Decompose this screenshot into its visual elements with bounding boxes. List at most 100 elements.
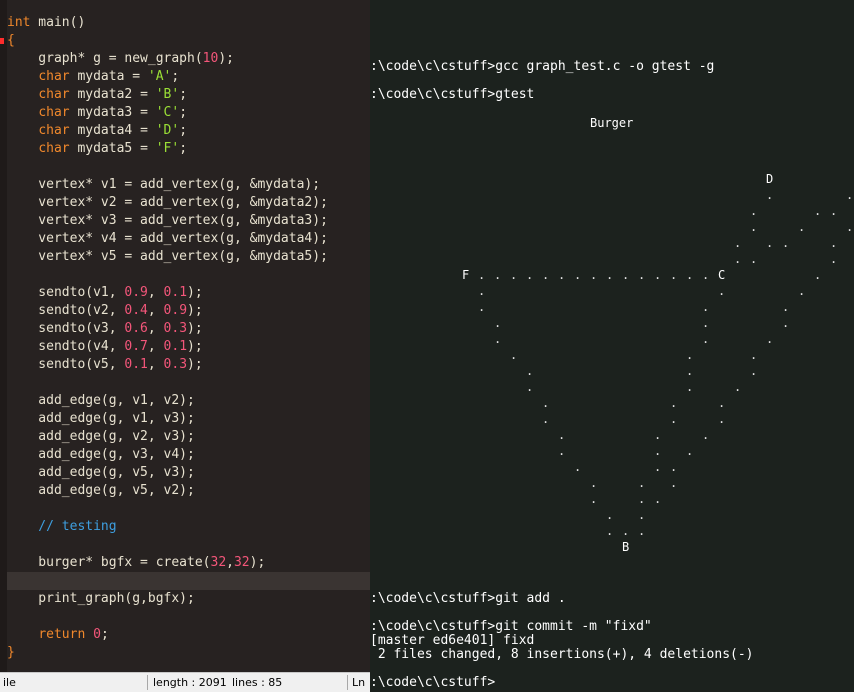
code-line: print_graph(g,bgfx); bbox=[7, 590, 195, 608]
code-token: ); bbox=[187, 339, 203, 354]
code-line: char mydata3 = 'C'; bbox=[7, 104, 187, 122]
graph-title: Burger bbox=[590, 116, 634, 130]
fold-marker[interactable] bbox=[0, 38, 4, 44]
code-token: vertex* v3 = add_vertex(g, &mydata3); bbox=[7, 213, 328, 228]
graph-vertex-label: C bbox=[718, 268, 726, 282]
code-line: { bbox=[7, 32, 15, 50]
code-token: sendto(v2, bbox=[7, 303, 125, 318]
code-token: mydata2 = bbox=[69, 87, 156, 102]
graph-edge-dot: . bbox=[638, 492, 646, 506]
code-token: return bbox=[38, 627, 86, 642]
code-token: add_edge(g, v3, v4); bbox=[7, 447, 195, 462]
code-token: char bbox=[38, 69, 70, 84]
graph-edge-dot: . bbox=[526, 268, 534, 282]
graph-edge-dot: . bbox=[622, 524, 630, 538]
terminal-window[interactable]: :\code\c\cstuff>gcc graph_test.c -o gtes… bbox=[370, 0, 854, 692]
status-cursor-position: Ln bbox=[352, 676, 366, 689]
graph-edge-dot: . bbox=[510, 348, 518, 362]
code-token: ; bbox=[179, 123, 188, 138]
graph-edge-dot: . bbox=[830, 252, 838, 266]
code-token: vertex* v5 = add_vertex(g, &mydata5); bbox=[7, 249, 328, 264]
code-token: , bbox=[147, 285, 164, 300]
code-token: 'B' bbox=[155, 87, 180, 102]
graph-edge-dot: . bbox=[702, 300, 710, 314]
code-token: ; bbox=[179, 141, 188, 156]
code-token: vertex* v2 = add_vertex(g, &mydata2); bbox=[7, 195, 328, 210]
graph-edge-dot: . bbox=[542, 412, 550, 426]
code-token: int bbox=[7, 15, 31, 30]
graph-edge-dot: . bbox=[670, 412, 678, 426]
graph-edge-dot: . bbox=[702, 428, 710, 442]
code-token: , bbox=[147, 357, 164, 372]
graph-edge-dot: . bbox=[590, 492, 598, 506]
graph-edge-dot: . bbox=[590, 476, 598, 490]
code-token: 'F' bbox=[155, 141, 180, 156]
code-line: graph* g = new_graph(10); bbox=[7, 50, 234, 68]
graph-edge-dot: . bbox=[542, 396, 550, 410]
graph-edge-dot: . bbox=[718, 412, 726, 426]
graph-edge-dot: . bbox=[622, 268, 630, 282]
graph-edge-dot: . bbox=[766, 188, 774, 202]
graph-edge-dot: . bbox=[574, 268, 582, 282]
code-line: add_edge(g, v5, v3); bbox=[7, 464, 195, 482]
graph-edge-dot: . bbox=[734, 380, 742, 394]
code-editor[interactable]: int main() { graph* g = new_graph(10); ch… bbox=[0, 0, 370, 672]
code-token: sendto(v3, bbox=[7, 321, 125, 336]
code-line: vertex* v5 = add_vertex(g, &mydata5); bbox=[7, 248, 328, 266]
graph-edge-dot: . bbox=[702, 332, 710, 346]
graph-edge-dot: . bbox=[830, 236, 838, 250]
code-token: 'A' bbox=[147, 69, 172, 84]
terminal-prompt[interactable]: :\code\c\cstuff> bbox=[370, 675, 495, 691]
graph-edge-dot: . bbox=[670, 460, 678, 474]
graph-edge-dot: . bbox=[766, 332, 774, 346]
graph-edge-dot: . bbox=[558, 268, 566, 282]
graph-edge-dot: . bbox=[638, 268, 646, 282]
graph-edge-dot: . bbox=[478, 284, 486, 298]
status-length: length : 2091 bbox=[153, 676, 227, 689]
graph-edge-dot: . bbox=[494, 268, 502, 282]
code-line: sendto(v2, 0.4, 0.9); bbox=[7, 302, 202, 320]
code-token: , bbox=[147, 303, 164, 318]
code-token: 0.7 bbox=[124, 339, 148, 354]
graph-edge-dot: . bbox=[734, 236, 742, 250]
current-line-highlight bbox=[7, 572, 370, 590]
code-token: char bbox=[38, 123, 70, 138]
code-token: 0 bbox=[93, 627, 101, 642]
graph-edge-dot: . bbox=[654, 460, 662, 474]
graph-vertex-label: B bbox=[622, 540, 630, 554]
code-token: 0.4 bbox=[124, 303, 148, 318]
code-token: print_graph(g,bgfx); bbox=[7, 591, 195, 606]
code-token: add_edge(g, v1, v3); bbox=[7, 411, 195, 426]
graph-edge-dot: . bbox=[654, 492, 662, 506]
code-token: graph* g = new_graph( bbox=[7, 51, 203, 66]
code-line: add_edge(g, v2, v3); bbox=[7, 428, 195, 446]
code-token: mydata4 = bbox=[69, 123, 156, 138]
code-token: 0.9 bbox=[163, 303, 188, 318]
code-token: mydata5 = bbox=[69, 141, 156, 156]
code-token: ; bbox=[179, 105, 188, 120]
graph-edge-dot: . bbox=[814, 268, 822, 282]
graph-vertex-label: D bbox=[766, 172, 774, 186]
code-line: burger* bgfx = create(32,32); bbox=[7, 554, 265, 572]
code-token: , bbox=[147, 321, 164, 336]
terminal-line: :\code\c\cstuff>gcc graph_test.c -o gtes… bbox=[370, 59, 715, 74]
code-token: , bbox=[226, 555, 234, 570]
graph-edge-dot: . bbox=[814, 204, 822, 218]
code-token: main() bbox=[30, 15, 86, 30]
graph-edge-dot: . bbox=[606, 524, 614, 538]
editor-gutter[interactable] bbox=[0, 0, 7, 672]
code-line: return 0; bbox=[7, 626, 108, 644]
code-line: vertex* v3 = add_vertex(g, &mydata3); bbox=[7, 212, 328, 230]
code-token: 'C' bbox=[155, 105, 180, 120]
code-token: } bbox=[7, 645, 15, 660]
code-token: 10 bbox=[202, 51, 219, 66]
code-token: // testing bbox=[7, 519, 117, 534]
graph-edge-dot: . bbox=[558, 444, 566, 458]
code-token: 0.1 bbox=[163, 339, 188, 354]
graph-edge-dot: . bbox=[590, 268, 598, 282]
code-token: char bbox=[38, 105, 70, 120]
code-line: char mydata5 = 'F'; bbox=[7, 140, 187, 158]
